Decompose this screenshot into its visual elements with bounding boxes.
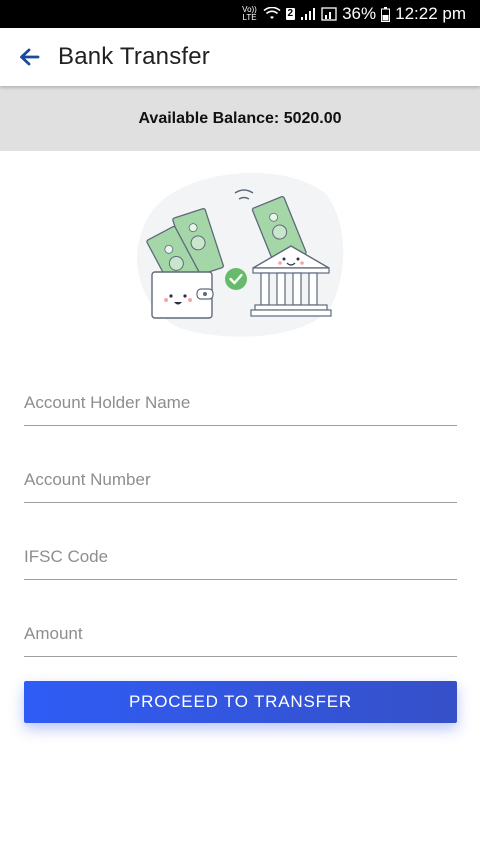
battery-icon [381,6,391,22]
account-number-input[interactable] [24,470,457,490]
wallet-icon [151,271,214,319]
ifsc-code-field[interactable] [24,534,457,580]
available-balance-text: Available Balance: 5020.00 [138,109,342,127]
account-number-field[interactable] [24,457,457,503]
balance-banner: Available Balance: 5020.00 [0,86,480,151]
wallet-to-bank-transfer-illustration [136,172,344,337]
sim-badge: 2 [285,8,296,20]
proceed-button-label: PROCEED TO TRANSFER [128,692,353,711]
account-holder-name-field[interactable] [24,380,457,426]
status-bar: Vo)) LTE 2 36% 12:22 pm [0,0,480,28]
signal-icon [301,8,316,20]
signal-2-icon [321,7,337,21]
battery-percent: 36% [342,4,377,23]
amount-field[interactable] [24,611,457,657]
amount-input[interactable] [24,624,457,644]
account-holder-name-input[interactable] [24,393,457,413]
back-button[interactable] [0,28,58,86]
status-icons: Vo)) LTE 2 36% 12:22 pm [242,4,466,24]
page-title: Bank Transfer [58,43,211,70]
volte-indicator: Vo)) LTE [242,5,257,22]
wifi-icon [262,7,281,19]
clock: 12:22 pm [395,4,466,23]
ifsc-code-input[interactable] [24,547,457,567]
check-circle-icon [225,268,247,290]
arrow-left-icon [20,48,40,66]
proceed-to-transfer-button[interactable]: PROCEED TO TRANSFER [24,681,457,723]
app-bar: Bank Transfer [0,28,480,86]
